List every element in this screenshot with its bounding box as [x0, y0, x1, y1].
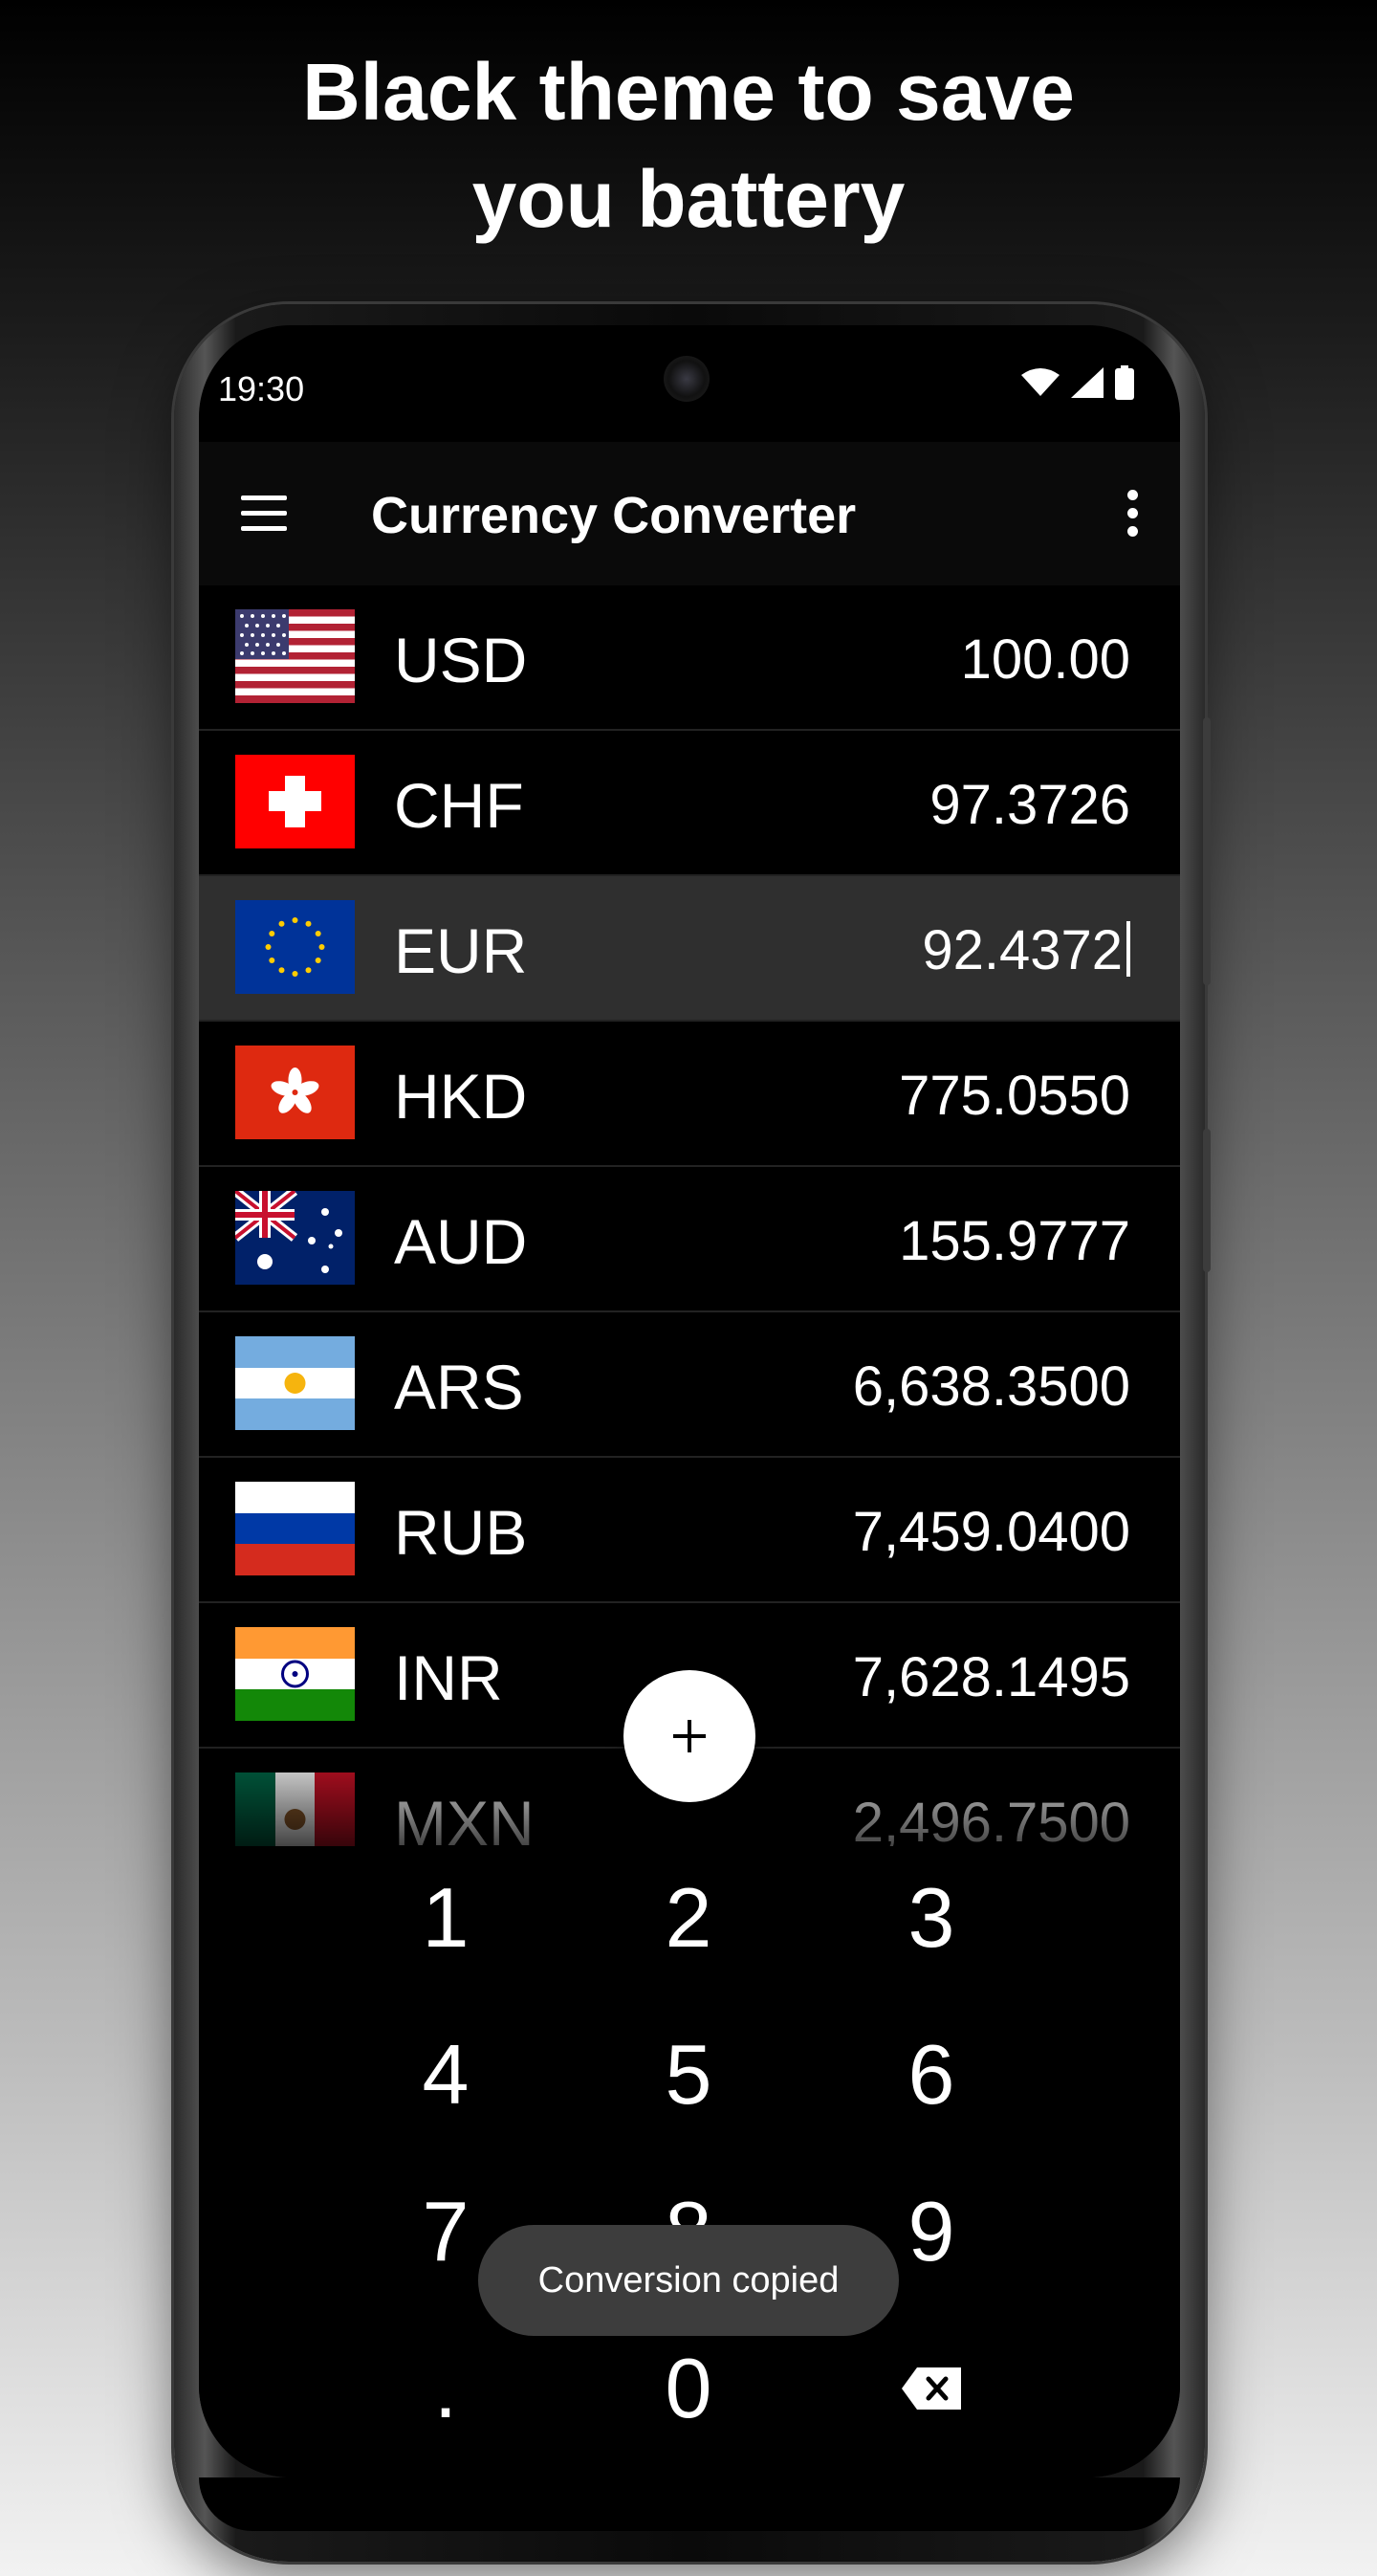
status-icons — [1021, 365, 1134, 400]
more-vertical-icon[interactable] — [1125, 490, 1140, 539]
currency-row-hkd[interactable]: HKD 775.0550 — [199, 1022, 1180, 1167]
currency-value: 92.4372 — [922, 919, 1123, 981]
currency-code: INR — [394, 1642, 503, 1713]
currency-row-rub[interactable]: RUB 7,459.0400 — [199, 1458, 1180, 1603]
backspace-icon — [902, 2367, 961, 2410]
key-3[interactable]: 3 — [836, 1846, 1027, 1990]
currency-row-ars[interactable]: ARS 6,638.3500 — [199, 1312, 1180, 1458]
hamburger-menu-icon[interactable] — [241, 495, 287, 534]
currency-code: USD — [394, 625, 528, 695]
wifi-icon — [1021, 368, 1060, 396]
key-0[interactable]: 0 — [593, 2317, 784, 2460]
ch-flag-icon — [235, 755, 355, 848]
hk-flag-icon — [235, 1046, 355, 1139]
currency-value: 97.3726 — [929, 774, 1130, 836]
power-button — [1203, 1129, 1211, 1272]
key-decimal[interactable]: . — [350, 2317, 541, 2460]
currency-code: EUR — [394, 915, 528, 986]
currency-value: 775.0550 — [899, 1065, 1130, 1127]
phone-chin — [199, 2477, 1180, 2531]
currency-value: 7,459.0400 — [852, 1501, 1130, 1563]
currency-code: ARS — [394, 1352, 524, 1422]
currency-value: 155.9777 — [899, 1210, 1130, 1272]
front-camera — [664, 356, 710, 402]
promo-headline: Black theme to save you battery — [0, 38, 1377, 253]
currency-code: RUB — [394, 1497, 528, 1568]
key-5[interactable]: 5 — [593, 2003, 784, 2147]
currency-row-chf[interactable]: CHF 97.3726 — [199, 731, 1180, 876]
currency-code: AUD — [394, 1206, 528, 1277]
currency-value: 7,628.1495 — [852, 1646, 1130, 1708]
ar-flag-icon — [235, 1336, 355, 1430]
promo-line-2: you battery — [471, 154, 906, 244]
add-currency-button[interactable] — [623, 1670, 755, 1802]
currency-value-input[interactable]: 92.4372 — [922, 918, 1130, 982]
ru-flag-icon — [235, 1482, 355, 1575]
promo-line-1: Black theme to save — [302, 47, 1075, 137]
key-4[interactable]: 4 — [350, 2003, 541, 2147]
eu-flag-icon — [235, 900, 355, 994]
key-1[interactable]: 1 — [350, 1846, 541, 1990]
key-6[interactable]: 6 — [836, 2003, 1027, 2147]
plus-icon — [673, 1720, 706, 1752]
key-2[interactable]: 2 — [593, 1846, 784, 1990]
currency-row-aud[interactable]: AUD 155.9777 — [199, 1167, 1180, 1312]
currency-value: 100.00 — [960, 628, 1130, 691]
currency-code: CHF — [394, 770, 524, 841]
volume-button — [1203, 717, 1211, 985]
backspace-key[interactable] — [836, 2317, 1027, 2460]
text-cursor — [1126, 921, 1130, 977]
au-flag-icon — [235, 1191, 355, 1285]
toast-message: Conversion copied — [478, 2225, 899, 2336]
app-bar: Currency Converter — [199, 442, 1180, 585]
status-time: 19:30 — [218, 369, 305, 408]
status-bar: 19:30 — [199, 325, 1180, 440]
us-flag-icon — [235, 609, 355, 703]
cell-signal-icon — [1071, 367, 1104, 398]
currency-value: 6,638.3500 — [852, 1355, 1130, 1418]
phone-screen: 19:30 Currency Converter USD 100.00 CHF … — [199, 325, 1180, 2477]
numeric-keypad: 1 2 3 4 5 6 7 8 9 . 0 — [199, 1846, 1180, 2477]
in-flag-icon — [235, 1627, 355, 1721]
currency-row-eur[interactable]: EUR 92.4372 — [199, 876, 1180, 1022]
currency-code: HKD — [394, 1061, 528, 1132]
battery-icon — [1115, 365, 1134, 400]
app-title: Currency Converter — [371, 487, 857, 544]
currency-row-usd[interactable]: USD 100.00 — [199, 585, 1180, 731]
currency-value: 2,496.7500 — [852, 1792, 1130, 1854]
